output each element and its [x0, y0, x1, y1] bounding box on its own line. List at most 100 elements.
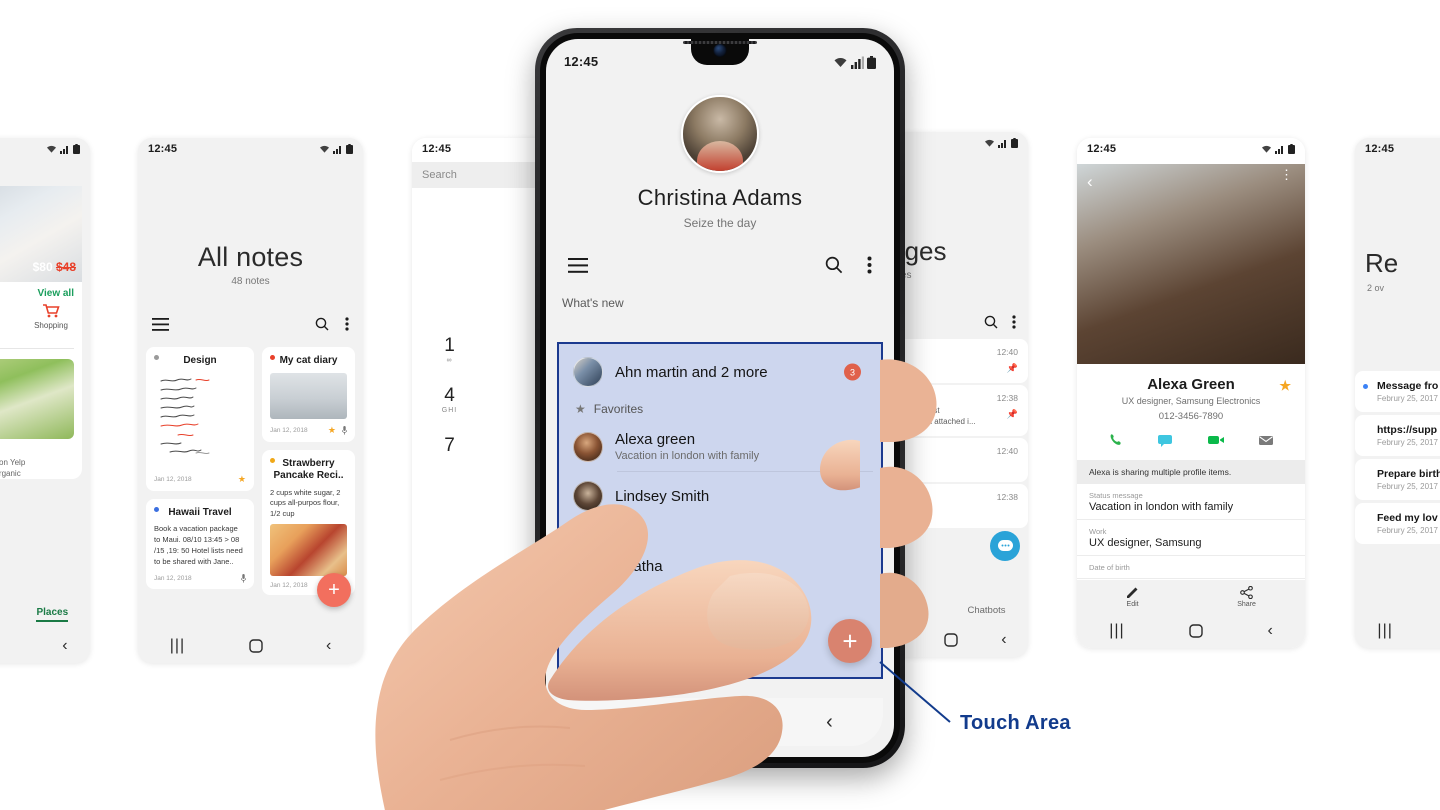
- note-card[interactable]: Design Jan 12, 2018 ★: [146, 347, 254, 491]
- home-icon[interactable]: [1189, 624, 1203, 638]
- contact-field[interactable]: Work UX designer, Samsung: [1077, 520, 1305, 556]
- search-icon[interactable]: [315, 317, 329, 331]
- star-icon[interactable]: ★: [1279, 378, 1291, 394]
- list-item[interactable]: Agatha: [567, 542, 873, 590]
- reminder-row[interactable]: Prepare birth Februry 25, 2017: [1355, 459, 1440, 500]
- edit-label: Edit: [1126, 601, 1139, 608]
- notes-column-left: Design Jan 12, 2018 ★ Hawaii Travel Book…: [146, 347, 254, 595]
- note-date: Jan 12, 2018: [154, 475, 192, 483]
- more-vertical-icon[interactable]: ⋮: [1280, 168, 1293, 181]
- recents-icon[interactable]: |||: [1109, 622, 1124, 640]
- touch-area-label: Touch Area: [960, 712, 1071, 734]
- share-button[interactable]: Share: [1237, 585, 1256, 608]
- back-icon[interactable]: ‹: [826, 711, 833, 734]
- signal-icon: [851, 56, 864, 69]
- note-date: Jan 12, 2018: [154, 574, 192, 582]
- signal-icon: [60, 146, 68, 154]
- star-icon[interactable]: ★: [328, 425, 336, 436]
- earpiece-speaker: [683, 41, 757, 44]
- contact-field[interactable]: Status message Vacation in london with f…: [1077, 484, 1305, 520]
- battery-icon: [867, 56, 876, 69]
- note-card[interactable]: My cat diary Jan 12, 2018 ★: [262, 347, 355, 442]
- main-navbar: ‹: [557, 698, 883, 746]
- back-icon[interactable]: ‹: [62, 637, 67, 655]
- note-footer: Jan 12, 2018 ★: [154, 474, 246, 485]
- tab-chatbots[interactable]: Chatbots: [967, 605, 1005, 616]
- share-icon: [1240, 585, 1253, 600]
- call-icon[interactable]: [1108, 432, 1124, 448]
- more-vertical-icon[interactable]: [1012, 315, 1016, 329]
- places-card[interactable]: ⋮ $80 $48 View all me ices Shopping: [0, 186, 82, 479]
- home-icon[interactable]: [248, 639, 263, 653]
- note-image: [270, 524, 347, 577]
- recents-icon[interactable]: |||: [1377, 622, 1392, 640]
- reminder-row[interactable]: https://supp Februry 25, 2017: [1355, 415, 1440, 456]
- list-item[interactable]: Lindsey Smith: [567, 472, 873, 520]
- message-time: 12:38: [996, 491, 1018, 502]
- avatar[interactable]: [681, 95, 759, 173]
- contact-bottom-actions: Edit Share: [1077, 580, 1305, 614]
- reminder-row[interactable]: Message fro Februry 25, 2017: [1355, 371, 1440, 412]
- list-item[interactable]: Alexa green Vacation in london with fami…: [567, 422, 873, 471]
- video-call-icon[interactable]: [1207, 432, 1225, 448]
- list-item-whats-new[interactable]: Ahn martin and 2 more 3: [567, 348, 873, 396]
- field-value: UX designer, Samsung: [1089, 537, 1202, 549]
- cart-icon: [43, 304, 60, 318]
- place-photo: [0, 358, 74, 439]
- contact-field[interactable]: Date of birth: [1077, 556, 1305, 579]
- tab-places[interactable]: Places: [36, 607, 69, 622]
- notes-navbar: ||| ‹: [138, 629, 363, 663]
- places-navbar: ‹: [0, 629, 90, 663]
- notes-screen: 12:45 All notes 48 notes Design Jan 12, …: [138, 138, 363, 663]
- hamburger-icon[interactable]: [568, 257, 588, 273]
- hamburger-icon[interactable]: [152, 317, 169, 331]
- my-profile[interactable]: Christina Adams Seize the day: [546, 73, 894, 230]
- handwriting-preview: [160, 378, 210, 454]
- dial-key-1[interactable]: 1 ∞: [412, 336, 487, 364]
- add-contact-button[interactable]: +: [828, 619, 872, 663]
- note-footer: Jan 12, 2018 ★: [270, 425, 347, 436]
- view-all-link[interactable]: View all: [0, 282, 82, 301]
- partial-text: ow.: [735, 654, 752, 666]
- add-note-button[interactable]: +: [317, 573, 351, 607]
- new-message-button[interactable]: [990, 531, 1020, 561]
- note-card[interactable]: Strawberry Pancake Reci.. 2 cups white s…: [262, 449, 355, 596]
- shortcut-home-services[interactable]: me ices: [0, 303, 12, 340]
- shortcut-shopping[interactable]: Shopping: [28, 303, 74, 340]
- dialer-time: 12:45: [422, 143, 452, 155]
- signal-icon: [1275, 146, 1283, 154]
- more-vertical-icon[interactable]: [867, 256, 872, 274]
- sharing-note: Alexa is sharing multiple profile items.: [1077, 460, 1305, 484]
- notes-grid: Design Jan 12, 2018 ★ Hawaii Travel Book…: [138, 331, 363, 596]
- reminder-date: Februry 25, 2017: [1377, 482, 1438, 491]
- main-time: 12:45: [564, 54, 599, 69]
- note-color-dot: [154, 506, 159, 512]
- alpha-index-a: A: [577, 526, 585, 538]
- edit-button[interactable]: Edit: [1126, 586, 1139, 608]
- recents-icon[interactable]: |||: [170, 637, 185, 655]
- search-icon[interactable]: [825, 256, 843, 274]
- message-icon[interactable]: [1157, 432, 1173, 448]
- star-icon[interactable]: ★: [238, 474, 246, 485]
- note-title: Strawberry Pancake Reci..: [273, 457, 344, 482]
- reminder-row[interactable]: Feed my lov Februry 25, 2017: [1355, 503, 1440, 544]
- back-icon[interactable]: ‹: [1267, 622, 1272, 640]
- email-icon[interactable]: [1258, 432, 1274, 448]
- main-screen: 12:45 Christina Adams Seize the day What…: [546, 39, 894, 757]
- search-icon[interactable]: [984, 315, 998, 329]
- contact-status: Vacation in london with family: [615, 450, 760, 462]
- microphone-icon: [241, 573, 246, 583]
- back-icon[interactable]: ‹: [1001, 631, 1006, 649]
- home-icon[interactable]: [707, 713, 726, 731]
- back-icon[interactable]: ‹: [326, 637, 331, 655]
- dial-key-4[interactable]: 4 GHI: [412, 386, 487, 414]
- more-vertical-icon[interactable]: [345, 317, 349, 331]
- wifi-icon: [834, 57, 847, 67]
- dial-key-7[interactable]: 7: [412, 436, 487, 455]
- reminder-title: Prepare birth: [1377, 468, 1440, 480]
- message-time: 12:40: [996, 347, 1018, 357]
- wifi-icon: [320, 145, 329, 153]
- note-card[interactable]: Hawaii Travel Book a vacation package to…: [146, 498, 254, 589]
- back-icon[interactable]: ‹: [1087, 172, 1093, 192]
- note-image: [270, 372, 347, 419]
